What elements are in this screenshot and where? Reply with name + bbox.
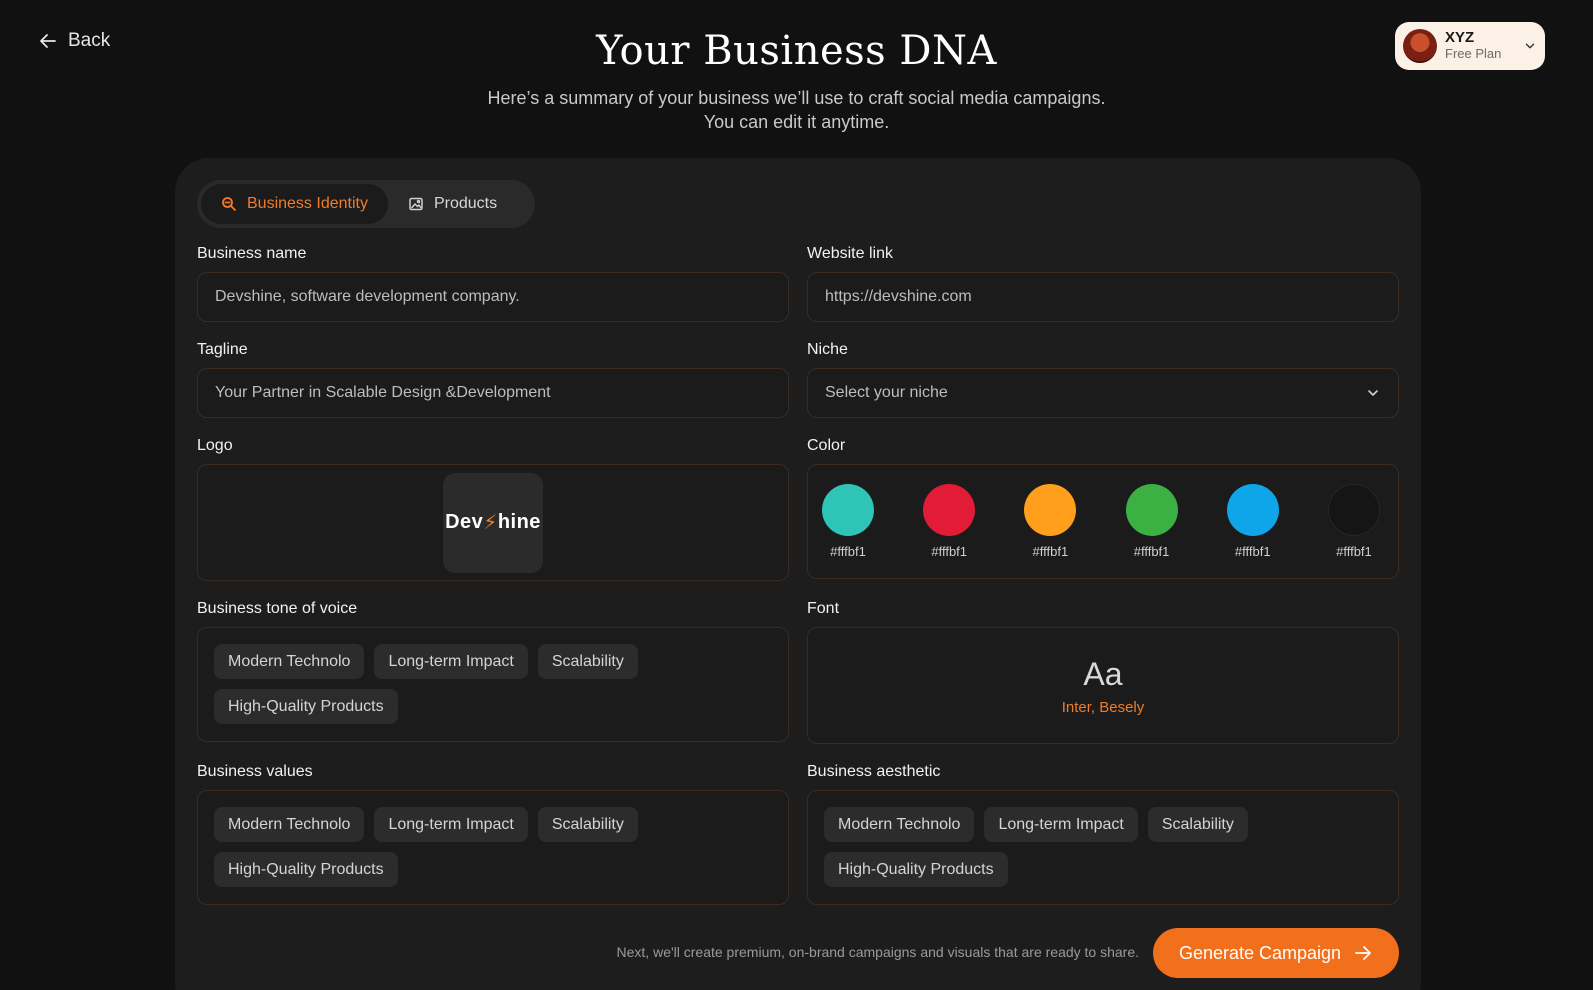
tag-chip[interactable]: Long-term Impact — [374, 807, 528, 842]
logo-label: Logo — [197, 437, 233, 454]
avatar — [1403, 29, 1437, 63]
tagline-label: Tagline — [197, 341, 248, 358]
swatch-code: #fffbf1 — [1032, 544, 1069, 559]
values-tags: Modern Technolo Long-term Impact Scalabili… — [197, 790, 789, 905]
color-swatch[interactable]: #fffbf1 — [1125, 484, 1178, 559]
swatch-code: #fffbf1 — [931, 544, 968, 559]
color-palette: #fffbf1 #fffbf1 #fffbf1 #fffbf1 #fffbf1 #fffb… — [807, 464, 1399, 579]
user-name: XYZ — [1445, 29, 1475, 46]
tagline-value: Your Partner in Scalable Design &Develop… — [215, 384, 551, 401]
website-field: Website link https://devshine.com — [807, 244, 1399, 322]
aesthetic-label: Business aesthetic — [807, 763, 941, 780]
subtitle-line-1: Here’s a summary of your business we’ll … — [487, 88, 1106, 108]
color-swatch[interactable]: #fffbf1 — [822, 484, 874, 559]
logo-upload[interactable]: Dev ⚡ hine — [197, 464, 789, 581]
color-swatch[interactable]: #fffbf1 — [1226, 484, 1279, 559]
color-label: Color — [807, 437, 846, 454]
chevron-down-icon — [1368, 390, 1378, 396]
page-title: Your Business DNA — [596, 28, 997, 74]
website-value: https://devshine.com — [825, 288, 972, 305]
font-label: Font — [807, 600, 840, 617]
tab-bar: Business Identity Products — [197, 180, 535, 228]
lightning-icon: ⚡ — [483, 512, 498, 534]
chevron-down-icon — [1525, 43, 1535, 49]
swatch-code: #fffbf1 — [1133, 544, 1170, 559]
footer-note: Next, we'll create premium, on-brand cam… — [616, 944, 1139, 960]
business-name-label: Business name — [197, 245, 307, 262]
tag-chip[interactable]: High-Quality Products — [824, 852, 1008, 887]
image-icon — [409, 197, 423, 211]
logo-field: Logo Dev ⚡ hine — [197, 436, 789, 581]
swatch-code: #fffbf1 — [1234, 544, 1271, 559]
swatch-circle — [923, 484, 976, 536]
user-plan: Free Plan — [1445, 46, 1502, 61]
swatch-circle — [1226, 484, 1279, 536]
website-label: Website link — [807, 245, 893, 262]
cta-label: Generate Campaign — [1178, 942, 1342, 963]
font-field: Font Aa Inter, Besely — [807, 599, 1399, 744]
tab-products[interactable]: Products — [388, 184, 517, 224]
tab-label: Products — [433, 195, 498, 212]
niche-placeholder: Select your niche — [825, 384, 948, 401]
page: Back Your Business DNA Here’s a summary … — [0, 0, 1593, 990]
tag-chip[interactable]: Scalability — [537, 807, 638, 842]
font-name: Inter, Besely — [1061, 698, 1145, 716]
tag-chip[interactable]: Long-term Impact — [984, 807, 1138, 842]
swatch-circle — [1327, 484, 1380, 536]
page-header: Your Business DNA Here’s a summary of yo… — [0, 28, 1593, 134]
logo-text-end: hine — [497, 511, 541, 533]
swatch-circle — [822, 484, 874, 536]
tab-label: Business Identity — [247, 195, 368, 212]
business-name-value: Devshine, software development company. — [215, 288, 520, 305]
color-swatch[interactable]: #fffbf1 — [1024, 484, 1077, 559]
color-swatch[interactable]: #fffbf1 — [923, 484, 976, 559]
tone-tags: Modern Technolo Long-term Impact Scalabili… — [197, 627, 789, 742]
arrow-right-icon — [1355, 946, 1371, 960]
swatch-circle — [1024, 484, 1077, 536]
tone-label: Business tone of voice — [197, 600, 358, 617]
logo-text-start: Dev — [445, 511, 484, 533]
tag-chip[interactable]: Modern Technolo — [214, 807, 365, 842]
swatch-code: #fffbf1 — [830, 544, 866, 559]
swatch-code: #fffbf1 — [1336, 544, 1372, 559]
niche-select[interactable]: Select your niche — [807, 368, 1399, 418]
tagline-input[interactable]: Your Partner in Scalable Design &Develop… — [197, 368, 789, 418]
color-field: Color #fffbf1 #fffbf1 #fffbf1 #fffbf1 #fffbf… — [807, 436, 1399, 579]
tagline-field: Tagline Your Partner in Scalable Design … — [197, 340, 789, 418]
niche-field: Niche Select your niche — [807, 340, 1399, 418]
tab-business-identity[interactable]: Business Identity — [201, 184, 388, 224]
tag-chip[interactable]: High-Quality Products — [214, 689, 398, 724]
user-info: XYZ Free Plan — [1445, 30, 1515, 62]
user-menu[interactable]: XYZ Free Plan — [1395, 22, 1545, 70]
website-input[interactable]: https://devshine.com — [807, 272, 1399, 322]
subtitle-line-2: You can edit it anytime. — [703, 112, 890, 132]
font-sample: Aa — [1083, 655, 1123, 692]
tone-field: Business tone of voice Modern Technolo Lo… — [197, 599, 789, 742]
aesthetic-field: Business aesthetic Modern Technolo Long-t… — [807, 762, 1399, 905]
tag-chip[interactable]: Long-term Impact — [374, 644, 528, 679]
aesthetic-tags: Modern Technolo Long-term Impact Scalabili… — [807, 790, 1399, 905]
values-field: Business values Modern Technolo Long-term… — [197, 762, 789, 905]
tag-chip[interactable]: Modern Technolo — [824, 807, 975, 842]
tag-chip[interactable]: Scalability — [537, 644, 638, 679]
business-logo: Dev ⚡ hine — [443, 472, 543, 573]
niche-label: Niche — [807, 341, 848, 358]
generate-campaign-button[interactable]: Generate Campaign — [1153, 928, 1399, 978]
swatch-circle — [1125, 484, 1178, 536]
tag-chip[interactable]: Scalability — [1147, 807, 1248, 842]
search-icon — [222, 197, 236, 211]
business-name-input[interactable]: Devshine, software development company. — [197, 272, 789, 322]
page-subtitle: Here’s a summary of your business we’ll … — [0, 86, 1593, 134]
font-picker[interactable]: Aa Inter, Besely — [807, 627, 1399, 744]
color-swatch[interactable]: #fffbf1 — [1327, 484, 1380, 559]
values-label: Business values — [197, 763, 313, 780]
tag-chip[interactable]: High-Quality Products — [214, 852, 398, 887]
business-dna-panel: Business Identity Products Business name… — [175, 158, 1421, 990]
business-name-field: Business name Devshine, software develop… — [197, 244, 789, 322]
tag-chip[interactable]: Modern Technolo — [214, 644, 365, 679]
